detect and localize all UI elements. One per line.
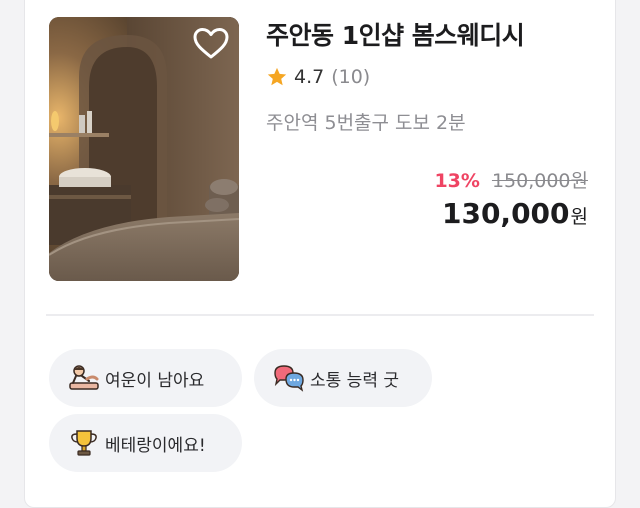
- original-price: 150,000원: [491, 170, 588, 192]
- chat-bubbles-icon: [274, 365, 304, 392]
- heart-icon[interactable]: [191, 24, 231, 64]
- massage-icon: [69, 365, 99, 390]
- review-tag-chip[interactable]: 베테랑이에요!: [49, 414, 242, 472]
- location-text: 주안역 5번출구 도보 2분: [266, 112, 466, 134]
- review-tag-label: 여운이 남아요: [105, 370, 205, 391]
- currency-unit: 원: [570, 206, 588, 228]
- review-count: (10): [331, 66, 371, 88]
- review-tag-label: 베테랑이에요!: [105, 435, 206, 456]
- discount-rate: 13%: [434, 170, 480, 192]
- listing-title[interactable]: 주안동 1인샵 봄스웨디시: [266, 16, 525, 52]
- price-row: 130,000 원: [442, 197, 588, 230]
- review-tag-chip[interactable]: 여운이 남아요: [49, 349, 242, 407]
- rating-score: 4.7: [294, 66, 325, 88]
- sale-price: 130,000: [441, 197, 570, 230]
- review-tag-label: 소통 능력 굿: [310, 370, 400, 391]
- review-tag-chip[interactable]: 소통 능력 굿: [254, 349, 432, 407]
- trophy-icon: [71, 430, 97, 456]
- discount-row: 13% 150,000원: [434, 166, 588, 193]
- rating: 4.7 (10): [266, 66, 370, 88]
- divider: [46, 314, 594, 316]
- star-icon: [267, 67, 287, 86]
